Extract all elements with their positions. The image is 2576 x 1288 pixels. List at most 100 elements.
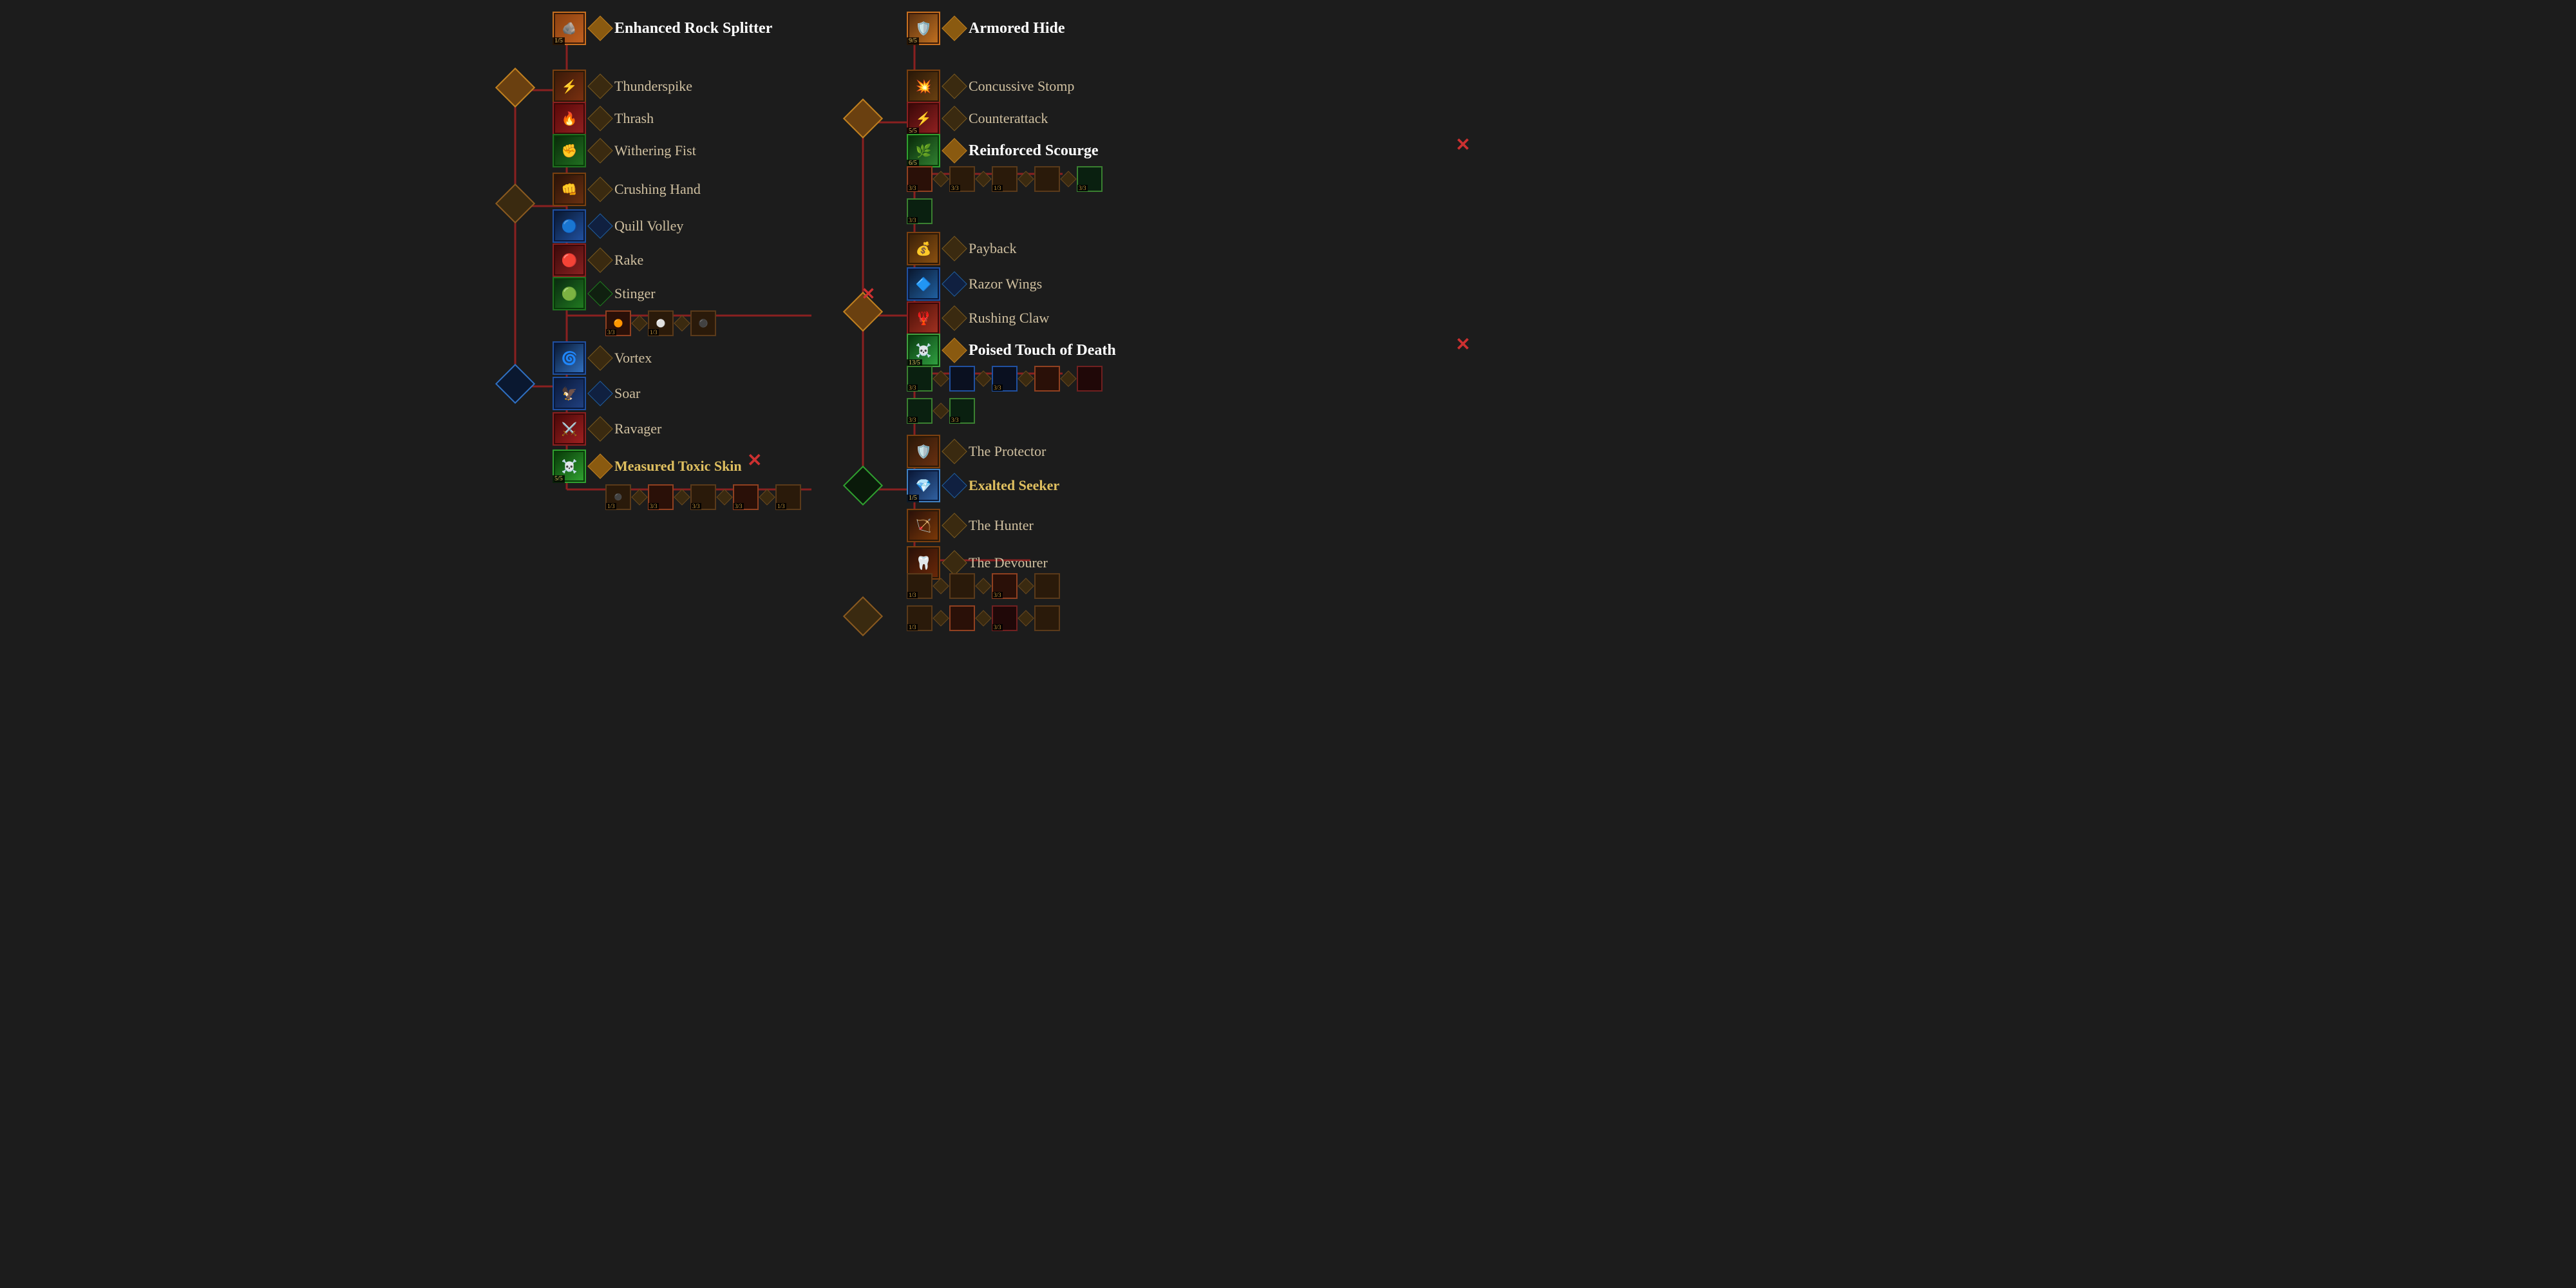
hub-node-right-bottom[interactable] [843,596,883,636]
skill-icon-counterattack[interactable]: ⚡ 5/5 [907,102,940,135]
skill-icon-reinforced-scourge[interactable]: 🌿 6/5 [907,134,940,167]
skill-node-thrash[interactable]: 🔥 Thrash [553,102,654,135]
sub-node-bl2[interactable]: 3/3 [648,484,674,510]
cross-icon-poised: ✕ [1455,334,1470,355]
skill-name-ravager: Ravager [614,421,661,437]
skill-node-payback[interactable]: 💰 Payback [907,232,1017,265]
skill-icon-withering-fist[interactable]: ✊ [553,134,586,167]
sub-node-rp21[interactable]: 3/3 [907,398,933,424]
skill-node-the-hunter[interactable]: 🏹 The Hunter [907,509,1034,542]
sub-node-br3[interactable]: 3/3 [992,605,1018,631]
sub-node-r1a[interactable]: 3/3 [907,166,933,192]
skill-icon-armored-hide[interactable]: 🛡️ 9/5 [907,12,940,45]
hub-node-right-1[interactable] [843,99,883,138]
skill-node-thunderspike[interactable]: ⚡ Thunderspike [553,70,692,103]
sub-node-br2[interactable] [949,605,975,631]
sub-nodes-row-devourer: 1/3 3/3 [907,573,1060,599]
sub-node-bl5[interactable]: 1/3 [775,484,801,510]
sub-node-r1b1[interactable]: 3/3 [907,198,933,224]
skill-name-the-devourer: The Devourer [969,554,1048,571]
hub-node-right-3[interactable] [843,466,883,506]
skill-node-vortex[interactable]: 🌀 Vortex [553,341,652,375]
skill-icon-razor-wings[interactable]: 🔷 [907,267,940,301]
sub-node-rp4[interactable] [1034,366,1060,392]
sub-node-r1b[interactable]: 3/3 [949,166,975,192]
skill-icon-measured-toxic-skin[interactable]: ☠️ 5/5 [553,450,586,483]
skill-node-rushing-claw[interactable]: 🦞 Rushing Claw [907,301,1049,335]
diamond-quill-volley [587,213,613,239]
hub-node-1[interactable] [495,68,535,108]
sub-node-r1d[interactable] [1034,166,1060,192]
skill-icon-thunderspike[interactable]: ⚡ [553,70,586,103]
skill-icon-the-protector[interactable]: 🛡️ [907,435,940,468]
diamond-the-protector [942,439,967,464]
skill-node-stinger[interactable]: 🟢 Stinger [553,277,656,310]
sub-node-bl1[interactable]: ⚫ 1/3 [605,484,631,510]
skill-node-armored-hide[interactable]: 🛡️ 9/5 Armored Hide [907,12,1065,45]
diamond-concussive-stomp [942,73,967,99]
skill-node-rake[interactable]: 🔴 Rake [553,243,643,277]
sub-node-d1[interactable]: 1/3 [907,573,933,599]
hub-node-right-2[interactable]: ✕ [843,292,883,332]
sub-node-rp22[interactable]: 3/3 [949,398,975,424]
skill-node-exalted-seeker[interactable]: 💎 1/5 Exalted Seeker [907,469,1059,502]
skill-node-poised-touch[interactable]: ☠️ 13/5 ✕ Poised Touch of Death [907,334,1116,367]
skill-name-the-protector: The Protector [969,443,1046,460]
sub-node-bl3[interactable]: 3/3 [690,484,716,510]
skill-node-withering-fist[interactable]: ✊ Withering Fist [553,134,696,167]
sub-node-d2[interactable] [949,573,975,599]
skill-icon-ravager[interactable]: ⚔️ [553,412,586,446]
sub-diamond-r1a [933,171,949,187]
sub-node-r1e[interactable]: 3/3 [1077,166,1103,192]
sub-diamond-r1b [975,171,991,187]
skill-icon-payback[interactable]: 💰 [907,232,940,265]
sub-node-br4[interactable] [1034,605,1060,631]
diamond-vortex [587,345,613,371]
skill-name-stinger: Stinger [614,285,656,302]
skill-node-enhanced-rock-splitter[interactable]: 🪨 1/5 Enhanced Rock Splitter [553,12,772,45]
skill-name-exalted-seeker: Exalted Seeker [969,477,1059,494]
skill-node-razor-wings[interactable]: 🔷 Razor Wings [907,267,1042,301]
skill-node-reinforced-scourge[interactable]: 🌿 6/5 ✕ Reinforced Scourge [907,134,1099,167]
skill-icon-quill-volley[interactable]: 🔵 [553,209,586,243]
skill-icon-poised-touch[interactable]: ☠️ 13/5 [907,334,940,367]
diamond-exalted-seeker [942,473,967,498]
skill-name-payback: Payback [969,240,1017,257]
skill-node-crushing-hand[interactable]: 👊 Crushing Hand [553,173,701,206]
sub-node-rp5[interactable] [1077,366,1103,392]
skill-icon-thrash[interactable]: 🔥 [553,102,586,135]
skill-node-measured-toxic-skin[interactable]: ☠️ 5/5 ✕ Measured Toxic Skin [553,450,742,483]
hub-node-3[interactable] [495,364,535,404]
skill-icon-exalted-seeker[interactable]: 💎 1/5 [907,469,940,502]
sub-node-1c[interactable]: ⚫ [690,310,716,336]
diamond-the-hunter [942,513,967,538]
sub-node-rp1[interactable]: 3/3 [907,366,933,392]
sub-node-1b[interactable]: ⚪ 1/3 [648,310,674,336]
skill-node-counterattack[interactable]: ⚡ 5/5 Counterattack [907,102,1048,135]
sub-node-d4[interactable] [1034,573,1060,599]
diamond-counterattack [942,106,967,131]
skill-icon-concussive-stomp[interactable]: 💥 [907,70,940,103]
sub-node-rp2[interactable] [949,366,975,392]
skill-icon-soar[interactable]: 🦅 [553,377,586,410]
sub-node-d3[interactable]: 3/3 [992,573,1018,599]
sub-node-rp3[interactable]: 3/3 [992,366,1018,392]
skill-icon-rake[interactable]: 🔴 [553,243,586,277]
skill-icon-vortex[interactable]: 🌀 [553,341,586,375]
skill-node-the-protector[interactable]: 🛡️ The Protector [907,435,1046,468]
sub-node-bl4[interactable]: 3/3 [733,484,759,510]
skill-icon-enhanced-rock-splitter[interactable]: 🪨 1/5 [553,12,586,45]
skill-icon-the-hunter[interactable]: 🏹 [907,509,940,542]
skill-icon-stinger[interactable]: 🟢 [553,277,586,310]
sub-node-1a[interactable]: 🟠 3/3 [605,310,631,336]
skill-name-enhanced-rock-splitter: Enhanced Rock Splitter [614,19,772,38]
skill-icon-crushing-hand[interactable]: 👊 [553,173,586,206]
hub-node-2[interactable] [495,184,535,223]
skill-node-soar[interactable]: 🦅 Soar [553,377,640,410]
skill-node-concussive-stomp[interactable]: 💥 Concussive Stomp [907,70,1074,103]
sub-node-br1[interactable]: 1/3 [907,605,933,631]
skill-node-ravager[interactable]: ⚔️ Ravager [553,412,661,446]
sub-node-r1c[interactable]: 1/3 [992,166,1018,192]
skill-node-quill-volley[interactable]: 🔵 Quill Volley [553,209,683,243]
skill-icon-rushing-claw[interactable]: 🦞 [907,301,940,335]
